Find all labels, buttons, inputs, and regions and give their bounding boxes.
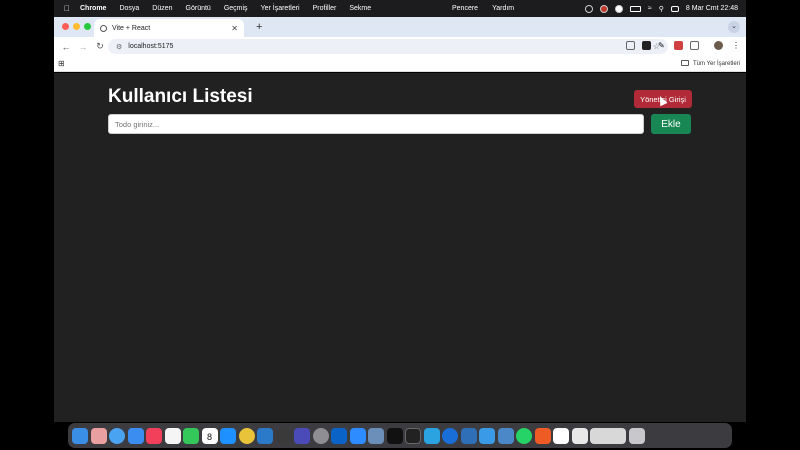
macos-menu-bar:  Chrome Dosya Düzen Görüntü Geçmiş Yer …	[54, 0, 746, 17]
menu-duzen[interactable]: Düzen	[152, 5, 172, 12]
testflight-icon[interactable]	[479, 427, 495, 444]
menu-yardim[interactable]: Yardım	[492, 5, 514, 12]
bookmarks-bar: ⊞ Tüm Yer İşaretleri	[54, 56, 746, 72]
screenshot-icon[interactable]	[590, 427, 626, 444]
reload-icon[interactable]: ↻	[95, 41, 105, 52]
chevron-down-icon[interactable]: ⌄	[728, 21, 740, 33]
notes-icon[interactable]	[571, 427, 588, 444]
wifi-icon[interactable]: ≈	[648, 5, 652, 12]
music-icon[interactable]	[146, 427, 162, 444]
search-icon[interactable]: ⚲	[659, 5, 664, 13]
menu-clock[interactable]: 8 Mar Cmt 22:48	[686, 5, 738, 12]
site-info-icon[interactable]: ⚙	[116, 43, 122, 51]
imovie-icon[interactable]	[294, 427, 310, 444]
profile-avatar-icon[interactable]	[714, 41, 723, 50]
app-store-icon[interactable]	[220, 427, 236, 444]
cast-icon[interactable]	[626, 41, 635, 50]
todo-input[interactable]	[108, 114, 644, 134]
macos-dock: 8	[68, 423, 732, 448]
pen-icon[interactable]: ✎	[658, 41, 667, 50]
apple-menu-icon[interactable]: 	[64, 4, 70, 13]
menu-yer-isaretleri[interactable]: Yer İşaretleri	[261, 5, 300, 12]
photos-icon[interactable]	[164, 427, 181, 444]
tab-title: Vite + React	[112, 24, 151, 32]
preview-icon[interactable]	[368, 427, 384, 444]
terminal-icon[interactable]	[405, 427, 421, 444]
status-circle-icon[interactable]	[584, 4, 593, 13]
all-bookmarks-label: Tüm Yer İşaretleri	[692, 61, 740, 67]
close-window-icon[interactable]	[62, 23, 69, 30]
zoom-window-icon[interactable]	[84, 23, 91, 30]
extensions-puzzle-icon[interactable]	[690, 41, 699, 50]
minimize-window-icon[interactable]	[73, 23, 80, 30]
chrome-icon[interactable]	[238, 427, 255, 444]
extension-f-icon[interactable]	[642, 41, 651, 50]
safari-icon[interactable]	[109, 427, 125, 444]
menu-profiller[interactable]: Profiller	[313, 5, 337, 12]
back-icon[interactable]: ←	[61, 42, 71, 52]
whatsapp-icon[interactable]	[516, 427, 532, 444]
xcode-icon[interactable]	[460, 427, 477, 444]
status-area: ≈ ⚲ 8 Mar Cmt 22:48	[584, 0, 738, 17]
menu-gecmis[interactable]: Geçmiş	[224, 5, 248, 12]
page-viewport: Kullanıcı Listesi Yönetici Girişi Ekle	[54, 73, 746, 422]
page-title: Kullanıcı Listesi	[108, 86, 253, 107]
battery-icon[interactable]	[629, 5, 641, 12]
chat-icon[interactable]	[614, 4, 623, 13]
finder-icon[interactable]	[72, 427, 88, 444]
telegram-icon[interactable]	[423, 427, 440, 444]
menu-pencere[interactable]: Pencere	[452, 5, 478, 12]
trash-icon[interactable]	[628, 427, 645, 444]
github-icon[interactable]	[386, 427, 403, 444]
quicktime-icon[interactable]	[275, 427, 292, 444]
calendar-icon[interactable]: 8	[201, 427, 218, 444]
simulator-icon[interactable]	[497, 427, 514, 444]
globe-icon	[100, 24, 107, 32]
launchpad-icon[interactable]	[90, 427, 107, 444]
url-text: localhost:5175	[128, 43, 174, 50]
menu-goruntu[interactable]: Görüntü	[186, 5, 211, 12]
mail-icon[interactable]	[127, 427, 144, 444]
address-bar[interactable]: ⚙ localhost:5175 ☆	[108, 39, 668, 54]
tab-vite-react[interactable]: Vite + React ✕	[94, 19, 244, 37]
system-settings-icon[interactable]	[312, 427, 329, 444]
browser-tab-strip: Vite + React ✕ + ⌄	[54, 17, 746, 37]
close-tab-icon[interactable]: ✕	[231, 24, 238, 33]
browser-toolbar: ← → ↻ ⚙ localhost:5175 ☆ ✎ ⋮	[54, 37, 746, 56]
all-bookmarks[interactable]: Tüm Yer İşaretleri	[680, 60, 740, 67]
screen:  Chrome Dosya Düzen Görüntü Geçmiş Yer …	[0, 0, 800, 450]
menu-app-name[interactable]: Chrome	[80, 5, 106, 12]
slack-icon[interactable]	[553, 427, 569, 444]
record-icon[interactable]	[599, 4, 608, 13]
vscode-icon[interactable]	[257, 427, 273, 444]
apps-grid-icon[interactable]: ⊞	[58, 59, 65, 68]
postman-icon[interactable]	[534, 427, 551, 444]
folder-icon	[680, 60, 689, 66]
facetime-icon[interactable]	[183, 427, 199, 444]
new-tab-icon[interactable]: +	[256, 21, 262, 33]
forward-icon[interactable]: →	[78, 42, 88, 52]
zoom-icon[interactable]	[349, 427, 366, 444]
more-menu-icon[interactable]: ⋮	[732, 41, 741, 50]
quickplay-icon[interactable]	[442, 427, 458, 444]
menu-dosya[interactable]: Dosya	[119, 5, 139, 12]
extension-red-icon[interactable]	[674, 41, 683, 50]
menu-sekme[interactable]: Sekme	[349, 5, 371, 12]
outlook-icon[interactable]	[331, 427, 347, 444]
control-center-icon[interactable]	[670, 5, 679, 12]
window-controls	[62, 23, 91, 30]
add-button[interactable]: Ekle	[651, 114, 691, 134]
